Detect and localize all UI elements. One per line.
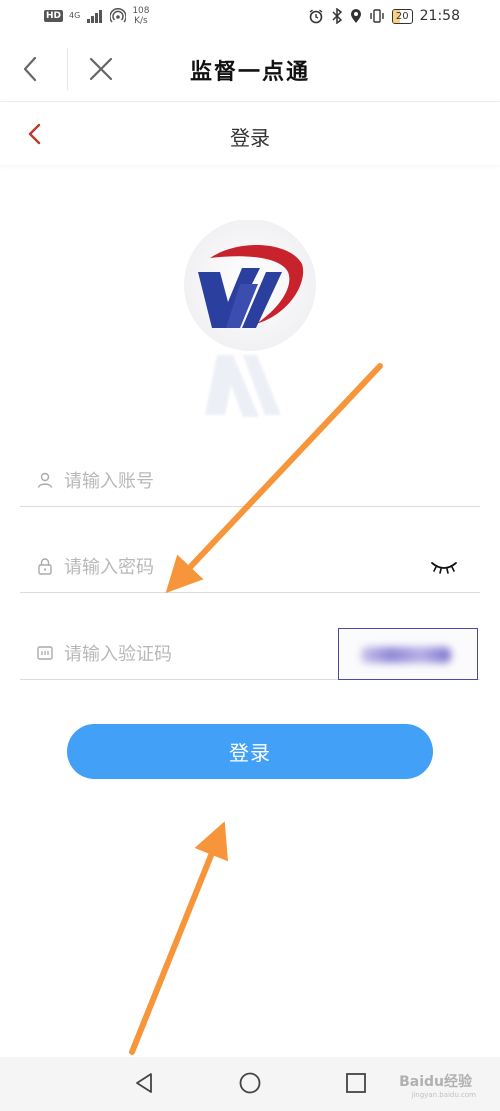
- battery-indicator: 20: [391, 8, 413, 24]
- header-divider: [67, 48, 68, 90]
- captcha-code-blurred: [361, 647, 451, 663]
- network-speed: 108 K/s: [132, 6, 149, 26]
- watermark-url: jingyan.baidu.com: [411, 1091, 476, 1099]
- code-icon: [37, 646, 53, 660]
- alarm-icon: [309, 9, 323, 24]
- hd-badge: HD: [44, 10, 64, 22]
- watermark: Baidu经验: [399, 1074, 472, 1090]
- login-button[interactable]: 登录: [67, 724, 433, 779]
- clock: 21:58: [419, 8, 460, 24]
- annotation-arrow-login: [129, 821, 228, 1055]
- account-input[interactable]: [64, 463, 404, 499]
- logo-reflection: [185, 345, 315, 425]
- app-logo: [170, 219, 330, 360]
- lock-icon: [38, 558, 52, 575]
- signal-icon: [87, 10, 103, 23]
- password-input[interactable]: [64, 549, 404, 585]
- speed-unit: K/s: [134, 16, 148, 26]
- speed-value: 108: [132, 6, 150, 16]
- page-nav: 登录: [0, 103, 500, 165]
- battery-level: 20: [395, 10, 409, 22]
- status-bar: HD 4G 108 K/s 20 21:58: [0, 0, 500, 36]
- page-title: 登录: [230, 126, 270, 150]
- hotspot-icon: [110, 8, 127, 23]
- user-icon: [37, 472, 53, 488]
- header-close-icon[interactable]: [88, 56, 114, 82]
- status-right: 20 21:58: [308, 8, 460, 24]
- captcha-image[interactable]: [338, 628, 478, 680]
- app-title: 监督一点通: [189, 59, 310, 85]
- account-field: [20, 457, 480, 507]
- location-icon: [350, 9, 361, 23]
- header-back-icon[interactable]: [18, 55, 42, 83]
- network-type: 4G: [69, 11, 81, 20]
- system-nav-bar: Baidu经验 jingyan.baidu.com: [0, 1057, 500, 1111]
- password-field: [20, 543, 480, 593]
- square-recent-icon[interactable]: [344, 1071, 368, 1095]
- eye-closed-icon[interactable]: [430, 559, 458, 575]
- app-header: 监督一点通: [0, 36, 500, 102]
- captcha-input[interactable]: [64, 636, 324, 672]
- page-back-icon[interactable]: [26, 122, 44, 146]
- triangle-back-icon[interactable]: [132, 1071, 156, 1095]
- captcha-field: [20, 628, 480, 680]
- vibrate-icon: [370, 9, 384, 23]
- bluetooth-icon: [332, 8, 343, 24]
- circle-home-icon[interactable]: [238, 1071, 262, 1095]
- status-left: HD 4G 108 K/s: [44, 6, 150, 26]
